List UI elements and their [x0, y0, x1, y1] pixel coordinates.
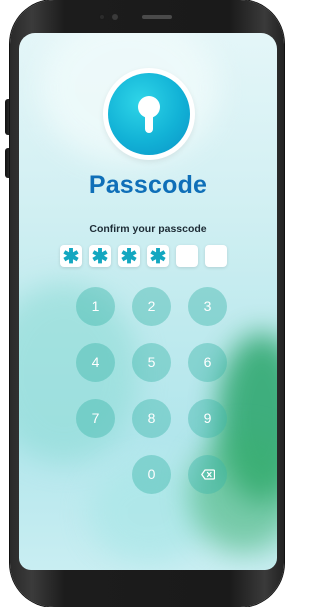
key-2[interactable]: 2 — [132, 287, 171, 326]
key-7[interactable]: 7 — [76, 399, 115, 438]
key-8[interactable]: 8 — [132, 399, 171, 438]
key-4[interactable]: 4 — [76, 343, 115, 382]
backspace-button[interactable] — [188, 455, 227, 494]
key-3[interactable]: 3 — [188, 287, 227, 326]
key-9[interactable]: 9 — [188, 399, 227, 438]
earpiece-speaker — [142, 15, 172, 19]
front-camera-icon — [98, 13, 106, 21]
backspace-icon — [201, 469, 215, 480]
numeric-keypad: 1 2 3 4 5 6 7 8 9 0 — [19, 33, 277, 570]
device-mockup: Passcode Confirm your passcode ✱ ✱ ✱ ✱ 1… — [0, 0, 292, 607]
proximity-sensor-icon — [112, 14, 118, 20]
key-5[interactable]: 5 — [132, 343, 171, 382]
passcode-screen: Passcode Confirm your passcode ✱ ✱ ✱ ✱ 1… — [19, 33, 277, 570]
key-0[interactable]: 0 — [132, 455, 171, 494]
key-1[interactable]: 1 — [76, 287, 115, 326]
key-6[interactable]: 6 — [188, 343, 227, 382]
